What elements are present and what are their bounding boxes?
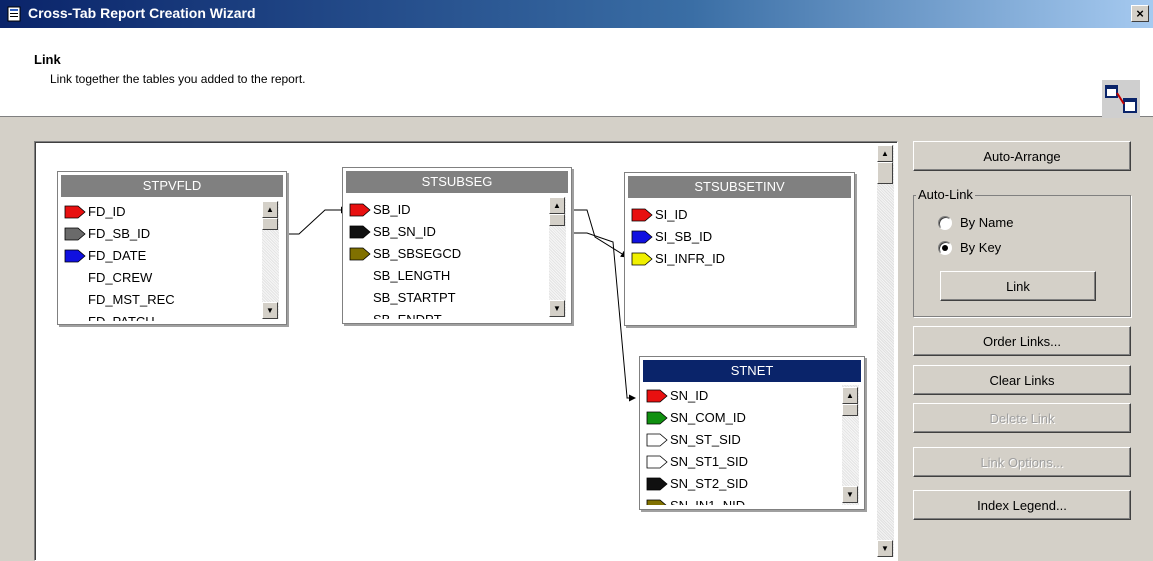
table-title: STSUBSETINV: [628, 176, 851, 198]
by-name-radio[interactable]: By Name: [938, 215, 1013, 230]
close-button[interactable]: ×: [1131, 5, 1149, 22]
key-icon: [646, 389, 668, 403]
close-icon: ×: [1136, 6, 1144, 21]
page-title: Link: [34, 52, 61, 67]
scroll-down-button[interactable]: ▼: [842, 486, 858, 503]
field-row[interactable]: FD_MST_REC: [64, 289, 260, 311]
field-row[interactable]: FD_DATE: [64, 245, 260, 267]
key-icon: [646, 455, 668, 469]
field-row[interactable]: SB_ID: [349, 199, 545, 221]
key-icon: [349, 203, 371, 217]
scroll-up-button[interactable]: ▲: [842, 387, 858, 404]
scroll-thumb[interactable]: [842, 404, 858, 416]
scroll-thumb[interactable]: [549, 214, 565, 226]
link-button[interactable]: Link: [940, 271, 1096, 301]
field-row[interactable]: SB_STARTPT: [349, 287, 545, 309]
scroll-up-button[interactable]: ▲: [262, 201, 278, 218]
key-icon: [646, 433, 668, 447]
field-row[interactable]: SN_ST2_SID: [646, 473, 840, 495]
clear-links-button[interactable]: Clear Links: [913, 365, 1131, 395]
table-stpvfld[interactable]: STPVFLD FD_ID FD_SB_ID FD_DATE FD_CREW F…: [57, 171, 287, 325]
table-scrollbar[interactable]: ▲ ▼: [262, 201, 279, 319]
arrow-down-icon: ▼: [846, 490, 854, 499]
order-links-button[interactable]: Order Links...: [913, 326, 1131, 356]
link-tables-icon: [1102, 80, 1140, 118]
table-title: STPVFLD: [61, 175, 283, 197]
field-row[interactable]: SB_LENGTH: [349, 265, 545, 287]
arrow-down-icon: ▼: [881, 544, 889, 553]
key-icon: [64, 249, 86, 263]
by-key-radio[interactable]: By Key: [938, 240, 1001, 255]
key-icon: [646, 499, 667, 505]
key-icon: [631, 230, 653, 244]
canvas-scrollbar[interactable]: ▲ ▼: [877, 145, 894, 557]
field-row[interactable]: FD_CREW: [64, 267, 260, 289]
arrow-down-icon: ▼: [553, 304, 561, 313]
arrow-up-icon: ▲: [846, 391, 854, 400]
auto-link-group: Auto-Link By Name By Key Link: [913, 187, 1131, 317]
arrow-down-icon: ▼: [266, 306, 274, 315]
key-icon: [646, 411, 668, 425]
arrow-up-icon: ▲: [881, 149, 889, 158]
link-line: [287, 206, 348, 235]
key-icon: [349, 225, 371, 239]
window-title: Cross-Tab Report Creation Wizard: [28, 5, 256, 21]
table-stsubseg[interactable]: STSUBSEG SB_ID SB_SN_ID SB_SBSEGCD SB_LE…: [342, 167, 572, 324]
key-icon: [631, 252, 653, 266]
link-options-button[interactable]: Link Options...: [913, 447, 1131, 477]
field-row[interactable]: SN_ST_SID: [646, 429, 840, 451]
index-legend-button[interactable]: Index Legend...: [913, 490, 1131, 520]
field-row[interactable]: SI_INFR_ID: [631, 248, 841, 270]
arrow-up-icon: ▲: [266, 205, 274, 214]
key-icon: [631, 208, 653, 222]
field-row[interactable]: SI_ID: [631, 204, 841, 226]
title-bar: Cross-Tab Report Creation Wizard ×: [0, 0, 1153, 28]
auto-link-legend: Auto-Link: [916, 187, 975, 202]
field-list: FD_ID FD_SB_ID FD_DATE FD_CREW FD_MST_RE…: [64, 201, 260, 321]
table-scrollbar[interactable]: ▲ ▼: [842, 385, 859, 505]
key-icon: [646, 477, 668, 491]
scroll-down-button[interactable]: ▼: [262, 302, 278, 319]
field-row[interactable]: SB_SN_ID: [349, 221, 545, 243]
delete-link-button[interactable]: Delete Link: [913, 403, 1131, 433]
radio-circle: [938, 215, 952, 230]
scroll-down-button[interactable]: ▼: [877, 540, 893, 557]
key-icon: [64, 205, 86, 219]
page-subtitle: Link together the tables you added to th…: [50, 72, 306, 86]
scroll-thumb[interactable]: [877, 162, 893, 184]
link-canvas[interactable]: STPVFLD FD_ID FD_SB_ID FD_DATE FD_CREW F…: [34, 141, 898, 561]
table-title: STSUBSEG: [346, 171, 568, 193]
table-scrollbar[interactable]: ▲ ▼: [549, 197, 566, 317]
field-row[interactable]: SN_IN1_NID: [646, 495, 840, 505]
field-list: SB_ID SB_SN_ID SB_SBSEGCD SB_LENGTH SB_S…: [349, 199, 545, 319]
field-row[interactable]: FD_SB_ID: [64, 223, 260, 245]
field-list: SN_ID SN_COM_ID SN_ST_SID SN_ST1_SID SN_…: [646, 385, 840, 505]
radio-circle: [938, 240, 952, 255]
wizard-header: Link Link together the tables you added …: [0, 28, 1153, 118]
table-stnet[interactable]: STNET SN_ID SN_COM_ID SN_ST_SID SN_ST1_S…: [639, 356, 865, 510]
scroll-up-button[interactable]: ▲: [877, 145, 893, 162]
field-row[interactable]: FD_PATCH: [64, 311, 260, 321]
field-row[interactable]: SB_ENDPT: [349, 309, 545, 319]
field-row[interactable]: FD_ID: [64, 201, 260, 223]
table-title: STNET: [643, 360, 861, 382]
field-row[interactable]: SI_SB_ID: [631, 226, 841, 248]
key-icon: [349, 247, 371, 261]
field-row[interactable]: SN_COM_ID: [646, 407, 840, 429]
report-icon: [7, 6, 21, 22]
key-icon: [64, 227, 86, 241]
scroll-thumb[interactable]: [262, 218, 278, 230]
field-row[interactable]: SB_SBSEGCD: [349, 243, 545, 265]
by-name-label: By Name: [960, 215, 1014, 230]
field-row[interactable]: SN_ID: [646, 385, 840, 407]
scroll-down-button[interactable]: ▼: [549, 300, 565, 317]
auto-arrange-button[interactable]: Auto-Arrange: [913, 141, 1131, 171]
table-stsubsetinv[interactable]: STSUBSETINV SI_ID SI_SB_ID SI_INFR_ID: [624, 172, 855, 326]
arrow-up-icon: ▲: [553, 201, 561, 210]
field-list: SI_ID SI_SB_ID SI_INFR_ID: [631, 204, 841, 274]
scroll-up-button[interactable]: ▲: [549, 197, 565, 214]
by-key-label: By Key: [960, 240, 1002, 255]
field-row[interactable]: SN_ST1_SID: [646, 451, 840, 473]
